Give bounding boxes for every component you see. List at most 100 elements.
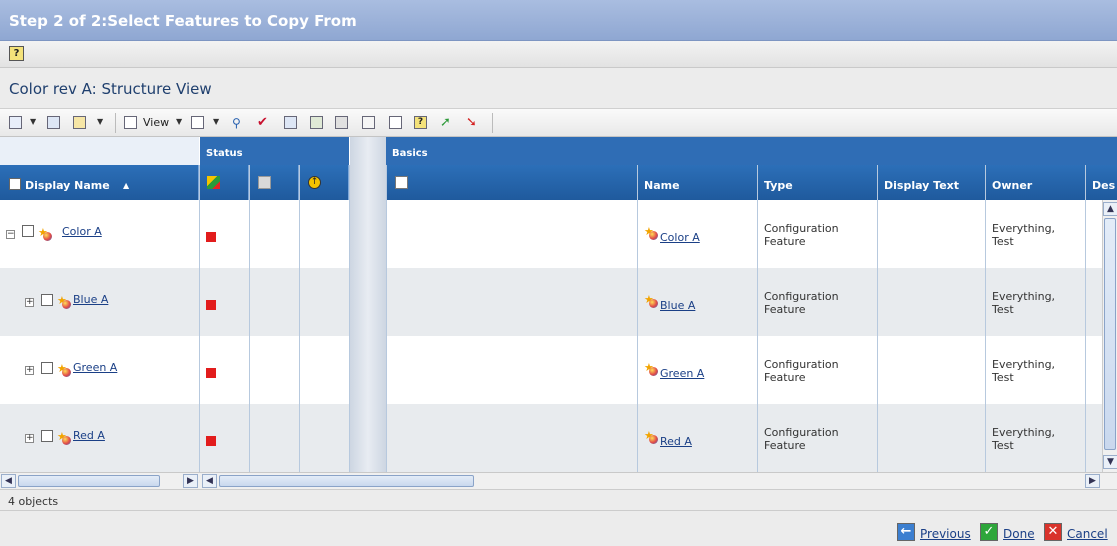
name-link[interactable]: Color A	[660, 231, 700, 244]
column-header-status-2[interactable]	[250, 165, 299, 200]
column-header-display-name[interactable]: Display Name ▲	[0, 165, 199, 200]
view-table-icon[interactable]	[124, 116, 137, 129]
display-name-link[interactable]: Color A	[62, 225, 102, 238]
chevron-down-icon[interactable]: ▼	[213, 117, 219, 126]
check-icon[interactable]: ✔	[257, 116, 270, 129]
row-checkbox[interactable]	[41, 362, 53, 374]
vertical-scroll-thumb[interactable]	[1104, 218, 1116, 450]
display-name-link[interactable]: Blue A	[73, 293, 108, 306]
sort-ascending-icon: ▲	[123, 181, 130, 190]
chevron-down-icon[interactable]: ▼	[176, 117, 182, 126]
horizontal-scrollbar-left[interactable]: ◀ ▶	[0, 472, 200, 489]
owner-cell: Everything,	[992, 290, 1056, 303]
horizontal-scroll-thumb[interactable]	[18, 475, 160, 487]
type-cell: Configuration	[764, 358, 839, 371]
column-divider	[299, 165, 300, 472]
frozen-pane-splitter[interactable]	[350, 137, 386, 472]
scroll-right-icon[interactable]: ▶	[183, 474, 198, 488]
expand-icon[interactable]: +	[25, 298, 34, 307]
chevron-down-icon[interactable]: ▼	[30, 117, 36, 126]
display-name-link[interactable]: Green A	[73, 361, 117, 374]
column-header-name[interactable]: Name	[638, 165, 758, 200]
scroll-left-icon[interactable]: ◀	[202, 474, 217, 488]
view-menu-button[interactable]: View	[143, 115, 169, 131]
expand-rows-icon[interactable]	[389, 116, 402, 129]
owner-cell: Test	[992, 439, 1014, 452]
row-checkbox[interactable]	[22, 225, 34, 237]
column-display-name-label: Display Name	[25, 179, 110, 192]
column-header-description[interactable]: Des	[1086, 165, 1117, 200]
name-link[interactable]: Red A	[660, 435, 692, 448]
column-header-display-text[interactable]: Display Text	[878, 165, 986, 200]
name-link[interactable]: Blue A	[660, 299, 695, 312]
help-bar: ?	[0, 41, 1117, 68]
previous-button[interactable]: ← Previous	[897, 523, 972, 543]
table-row[interactable]: + ★ Red A ★ Red A Configuration Feature …	[0, 404, 1102, 472]
cancel-button[interactable]: ✕ Cancel	[1044, 523, 1112, 543]
vertical-scrollbar[interactable]: ▲ ▼	[1102, 200, 1117, 472]
feature-icon: ★	[57, 362, 73, 378]
arrow-left-icon: ←	[897, 523, 915, 541]
arrow-up-icon: ↑	[308, 176, 321, 189]
scroll-left-icon[interactable]: ◀	[1, 474, 16, 488]
name-link[interactable]: Green A	[660, 367, 704, 380]
checked-out-icon	[258, 176, 271, 189]
expand-icon[interactable]: +	[25, 366, 34, 375]
owner-cell: Test	[992, 235, 1014, 248]
scroll-up-icon[interactable]: ▲	[1103, 202, 1117, 216]
copy-icon[interactable]	[73, 116, 86, 129]
previous-link[interactable]: Previous	[920, 527, 971, 541]
collapse-icon[interactable]: −	[6, 230, 15, 239]
done-link[interactable]: Done	[1003, 527, 1035, 541]
column-divider	[637, 165, 638, 472]
expand-tree-icon[interactable]	[9, 116, 22, 129]
type-cell: Configuration	[764, 426, 839, 439]
scroll-down-icon[interactable]: ▼	[1103, 455, 1117, 469]
column-header-owner[interactable]: Owner	[986, 165, 1086, 200]
horizontal-scroll-thumb[interactable]	[219, 475, 474, 487]
compare-icon[interactable]	[284, 116, 297, 129]
table-row[interactable]: + ★ Blue A ★ Blue A Configuration Featur…	[0, 268, 1102, 336]
table-row[interactable]: + ★ Green A ★ Green A Configuration Feat…	[0, 336, 1102, 404]
help-icon[interactable]: ?	[9, 46, 24, 61]
row-checkbox[interactable]	[41, 294, 53, 306]
column-type-label: Type	[764, 179, 793, 192]
scroll-right-icon[interactable]: ▶	[1085, 474, 1100, 488]
view-header: Color rev A: Structure View	[0, 68, 1117, 109]
column-header-info[interactable]	[386, 165, 638, 200]
filter-icon[interactable]: ⚲	[232, 116, 245, 130]
column-divider	[386, 165, 387, 472]
column-header-type[interactable]: Type	[758, 165, 878, 200]
help-icon[interactable]: ?	[414, 116, 427, 129]
check-icon: ✓	[980, 523, 998, 541]
column-divider	[249, 165, 250, 472]
arrow-down-left-icon[interactable]: ➘	[466, 116, 479, 129]
table-row[interactable]: − ★ Color A ★ Color A Configuration Feat…	[0, 200, 1102, 268]
print-icon[interactable]	[335, 116, 348, 129]
structure-icon[interactable]	[47, 116, 60, 129]
chevron-down-icon[interactable]: ▼	[97, 117, 103, 126]
horizontal-scrollbar-right[interactable]: ◀ ▶	[200, 472, 1117, 489]
column-header-status-3[interactable]: ↑	[300, 165, 349, 200]
toolbar-separator	[492, 113, 493, 133]
arrow-up-right-icon[interactable]: ➚	[440, 116, 453, 129]
group-header-basics: Basics	[386, 137, 1117, 165]
column-display-text-label: Display Text	[884, 179, 960, 192]
columns-icon[interactable]	[191, 116, 204, 129]
select-all-checkbox[interactable]	[9, 178, 21, 190]
column-divider	[757, 165, 758, 472]
column-header-status-1[interactable]	[200, 165, 249, 200]
table-toolbar: ▼ ▼ View ▼ ▼ ⚲ ✔ ? ➚ ➘	[0, 109, 1117, 137]
column-owner-label: Owner	[992, 179, 1033, 192]
cancel-link[interactable]: Cancel	[1067, 527, 1108, 541]
expand-icon[interactable]: +	[25, 434, 34, 443]
column-name-label: Name	[644, 179, 680, 192]
type-cell: Configuration	[764, 222, 839, 235]
tree-icon[interactable]	[310, 116, 323, 129]
type-cell: Feature	[764, 371, 806, 384]
row-checkbox[interactable]	[41, 430, 53, 442]
url-icon[interactable]	[362, 116, 375, 129]
status-indicator	[206, 300, 216, 310]
done-button[interactable]: ✓ Done	[980, 523, 1036, 543]
display-name-link[interactable]: Red A	[73, 429, 105, 442]
